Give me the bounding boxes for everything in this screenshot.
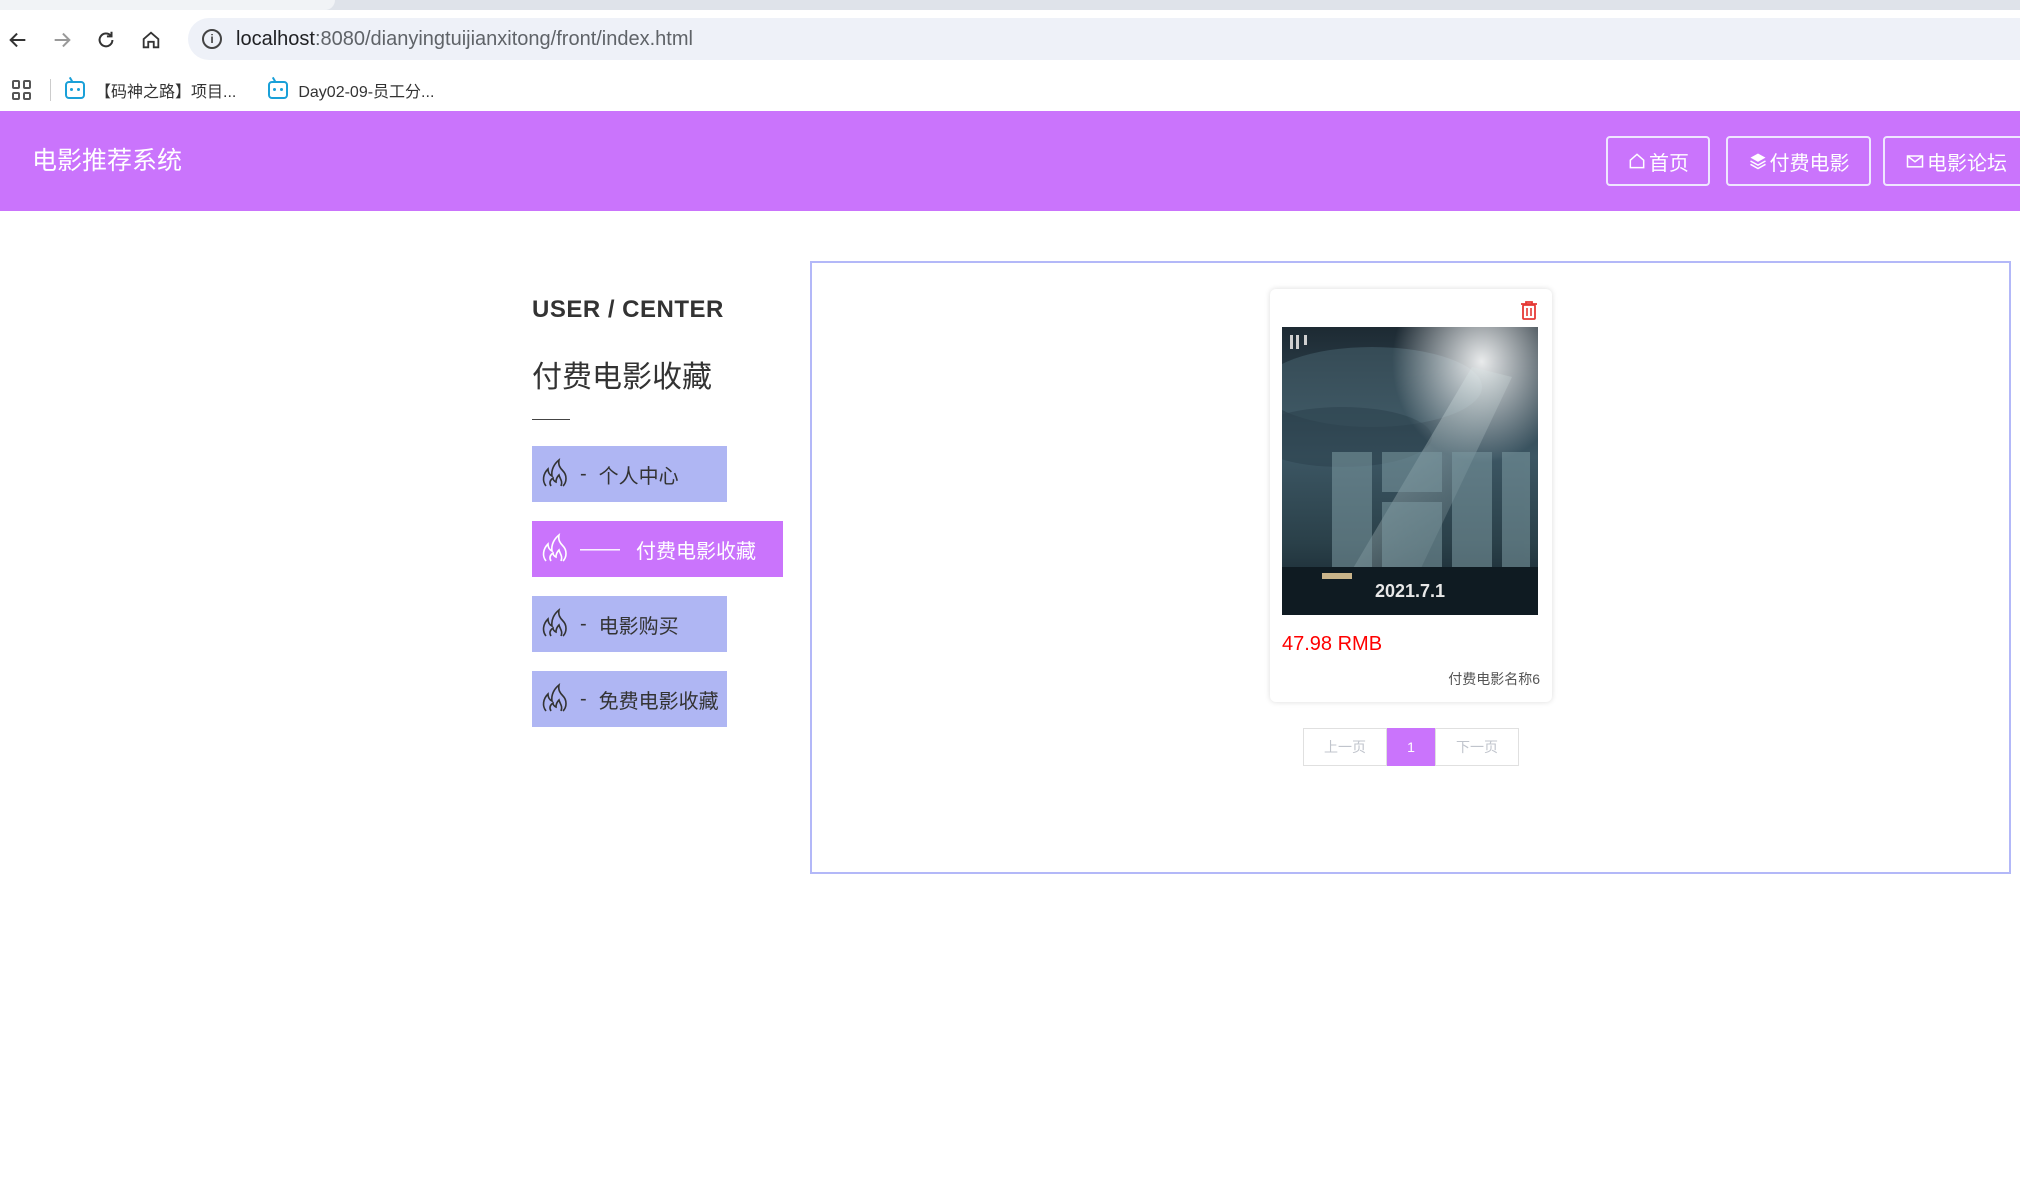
mail-icon [1906, 155, 1924, 168]
user-center-title: USER / CENTER [532, 296, 724, 323]
inactive-tab[interactable] [345, 0, 2020, 10]
sidebar-item-user-center[interactable]: - 个人中心 [532, 446, 727, 502]
url-path: :8080/dianyingtuijianxitong/front/index.… [314, 27, 693, 50]
layers-icon [1749, 153, 1766, 170]
forward-button[interactable] [44, 22, 80, 58]
page-number-button[interactable]: 1 [1387, 728, 1435, 766]
home-button[interactable] [133, 22, 169, 58]
sidebar-item-label: 电影购买 [598, 615, 679, 638]
sidebar-item-label: 个人中心 [598, 465, 679, 488]
movie-name[interactable]: 付费电影名称6 [1448, 669, 1540, 689]
poster-release-date: 2021.7.1 [1375, 581, 1445, 601]
site-header: 电影推荐系统 首页 付费电影 电影论坛 [0, 111, 2020, 211]
menu-dash: - [580, 612, 587, 635]
sidebar-item-free-favorites[interactable]: - 免费电影收藏 [532, 671, 727, 727]
flame-icon [542, 533, 567, 562]
menu-dash: - [580, 462, 587, 485]
poster-image: 2021.7.1 [1282, 327, 1538, 615]
reload-icon [98, 31, 114, 48]
nav-home-label: 首页 [1649, 152, 1689, 175]
arrow-right-icon [54, 32, 71, 48]
sidebar-item-label: 免费电影收藏 [598, 690, 719, 713]
bookmark-label: 【码神之路】项目... [95, 84, 237, 101]
bilibili-icon [268, 76, 289, 99]
sidebar-item-paid-favorites[interactable]: —— 付费电影收藏 [532, 521, 783, 577]
back-button[interactable] [0, 22, 36, 58]
nav-paid-movies-label: 付费电影 [1769, 152, 1850, 175]
bookmark-label: Day02-09-员工分... [298, 84, 435, 101]
bookmark-item[interactable]: 【码神之路】项目... [65, 76, 237, 102]
nav-forum-label: 电影论坛 [1927, 152, 2007, 175]
flame-icon [542, 683, 567, 712]
browser-toolbar: i localhost:8080/dianyingtuijianxitong/f… [0, 10, 2020, 68]
flame-icon [542, 608, 567, 637]
home-icon [142, 31, 160, 49]
movie-price: 47.98 RMB [1282, 633, 1383, 655]
bookmark-item[interactable]: Day02-09-员工分... [268, 76, 435, 102]
menu-dash: - [580, 687, 587, 710]
nav-forum-button[interactable]: 电影论坛 [1883, 136, 2020, 186]
nav-home-button[interactable]: 首页 [1606, 136, 1710, 186]
arrow-left-icon [9, 32, 26, 48]
url-host: localhost [236, 27, 315, 50]
sidebar-item-label: 付费电影收藏 [636, 540, 756, 563]
bilibili-icon [65, 76, 85, 99]
active-tab[interactable] [0, 0, 335, 10]
movie-poster[interactable]: 2021.7.1 [1282, 327, 1538, 615]
tab-strip [0, 0, 2020, 10]
apps-icon[interactable] [12, 80, 32, 100]
url-text[interactable]: localhost:8080/dianyingtuijianxitong/fro… [236, 28, 693, 51]
flame-icon [542, 458, 567, 487]
bookmarks-bar: 【码神之路】项目... Day02-09-员工分... [0, 68, 2020, 112]
nav-paid-movies-button[interactable]: 付费电影 [1726, 136, 1871, 186]
trash-icon[interactable] [1518, 299, 1540, 321]
sidebar-item-movie-purchase[interactable]: - 电影购买 [532, 596, 727, 652]
title-divider [532, 419, 570, 420]
movie-card[interactable]: 2021.7.1 47.98 RMB 付费电影名称6 [1270, 289, 1552, 702]
next-page-button[interactable]: 下一页 [1435, 728, 1519, 766]
menu-dash: —— [580, 537, 620, 560]
bookmarks-separator [50, 79, 51, 101]
address-bar[interactable]: i localhost:8080/dianyingtuijianxitong/f… [188, 18, 2020, 60]
user-center-subtitle: 付费电影收藏 [532, 361, 712, 394]
home-icon [1629, 153, 1645, 169]
site-title[interactable]: 电影推荐系统 [32, 111, 182, 211]
info-icon[interactable]: i [202, 29, 222, 49]
prev-page-button[interactable]: 上一页 [1303, 728, 1387, 766]
pagination: 上一页 1 下一页 [1303, 728, 1519, 766]
reload-button[interactable] [88, 22, 124, 58]
